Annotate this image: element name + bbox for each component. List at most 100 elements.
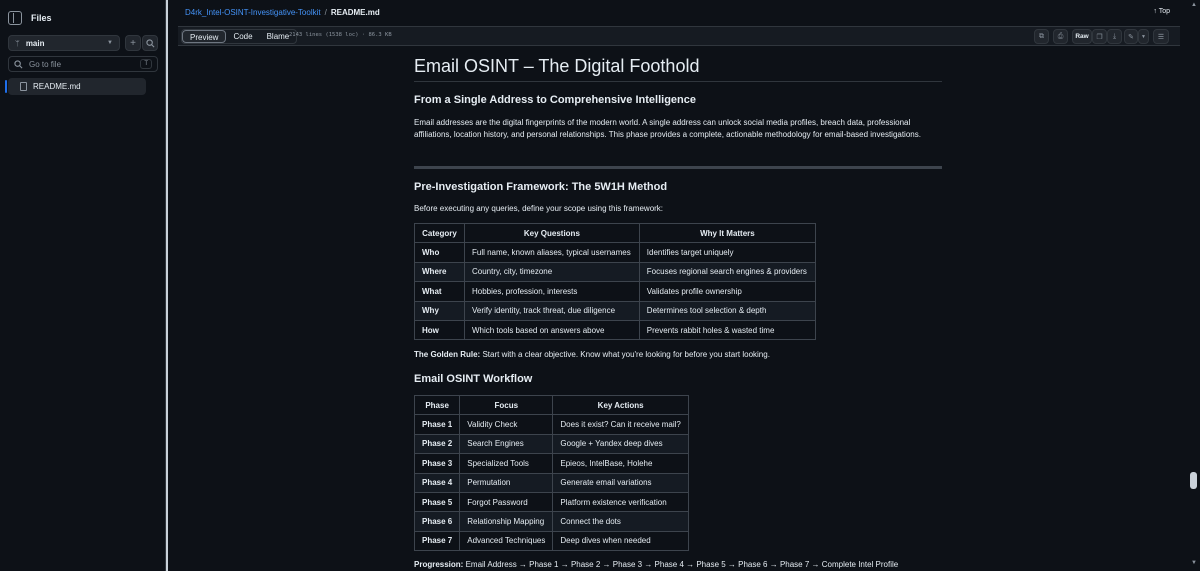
edit-menu-button[interactable]: ▼ (1138, 29, 1149, 44)
table-row: Phase 2 Search Engines Google + Yandex dee… (413, 433, 689, 455)
table-row: Phase 5 Forgot Password Platform existence… (413, 491, 689, 513)
branch-selector[interactable]: ᛘ main ▼ (8, 35, 120, 51)
golden-rule-label: The Golden Rule: (414, 350, 481, 359)
readme-content: Email OSINT – The Digital Foothold From … (178, 47, 1180, 571)
framework-cell: How (414, 319, 465, 341)
search-icon (145, 38, 154, 47)
scroll-up-arrow[interactable]: ▲ (1191, 2, 1197, 8)
view-tabs: Preview Code Blame (181, 29, 298, 44)
file-sidebar: Files ᛘ main ▼ + Go to file T README.md (0, 0, 166, 571)
sidebar-header: Files (8, 10, 52, 26)
framework-cell: Full name, known aliases, typical userna… (463, 242, 640, 263)
workflow-cell: Phase 6 (413, 511, 461, 532)
framework-header-cell: Key Questions (463, 222, 640, 244)
workflow-cell: Phase 4 (413, 472, 461, 493)
top-link[interactable]: ↑ Top (1153, 8, 1170, 15)
shortcut-key: T (140, 59, 152, 69)
framework-cell: Country, city, timezone (463, 261, 640, 283)
raw-button[interactable]: Raw (1072, 29, 1092, 44)
main-panel: D4rk_Intel-OSINT-Investigative-Toolkit /… (178, 0, 1180, 571)
breadcrumb-separator: / (324, 8, 327, 17)
file-tree-item-readme[interactable]: README.md (5, 78, 146, 95)
sidebar-resize-handle[interactable] (166, 0, 178, 571)
table-row: How Which tools based on answers above Pre… (414, 319, 817, 341)
go-to-file-input[interactable]: Go to file T (8, 56, 158, 72)
file-tree-label: README.md (33, 82, 81, 91)
scrollbar-track[interactable]: ▲ ▼ (1188, 0, 1200, 571)
add-file-button[interactable]: + (125, 35, 141, 51)
workflow-cell: Permutation (459, 472, 554, 493)
tab-code[interactable]: Code (226, 30, 259, 43)
table-row: Why Verify identity, track threat, due di… (414, 300, 817, 321)
workflow-cell: Phase 1 (413, 414, 461, 435)
table-row: Phase 3 Specialized Tools Epieos, IntelBas… (413, 453, 689, 474)
file-line-info: 2143 lines (1538 loc) · 86.3 KB (289, 32, 392, 38)
branch-icon: ᛘ (15, 38, 20, 48)
workflow-heading: Email OSINT Workflow (414, 373, 533, 385)
search-icon (14, 59, 23, 68)
list-icon: ☰ (1157, 33, 1165, 41)
workflow-cell: Connect the dots (552, 511, 689, 532)
doc-subtitle: From a Single Address to Comprehensive I… (414, 94, 696, 106)
framework-cell: Prevents rabbit holes & wasted time (638, 319, 817, 341)
framework-heading: Pre-Investigation Framework: The 5W1H Me… (414, 181, 668, 193)
print-icon: ⎙ (1057, 32, 1064, 40)
copilot-icon: ⧉ (1039, 32, 1044, 40)
workflow-table: Phase Focus Key Actions Phase 1 Validity Ch… (413, 394, 689, 552)
copilot-button[interactable]: ⧉ (1034, 29, 1049, 44)
sidebar-toggle-icon[interactable] (8, 11, 22, 25)
framework-cell: Determines tool selection & depth (638, 300, 817, 321)
framework-cell: Who (414, 242, 465, 263)
table-row: Phase 6 Relationship Mapping Connect the d… (413, 511, 689, 532)
edit-button[interactable]: ✎ (1124, 29, 1138, 44)
framework-table: Category Key Questions Why It Matters Who F… (414, 222, 817, 341)
golden-rule: The Golden Rule: Start with a clear obje… (414, 349, 942, 361)
breadcrumb-file: README.md (330, 8, 380, 17)
framework-cell: Which tools based on answers above (463, 319, 640, 341)
workflow-cell: Phase 7 (413, 530, 461, 552)
branch-name: main (25, 38, 45, 48)
workflow-cell: Phase 3 (413, 453, 461, 474)
progression-text: Email Address → Phase 1 → Phase 2 → Phas… (463, 560, 899, 569)
workflow-cell: Deep dives when needed (552, 530, 689, 552)
horizontal-rule (414, 166, 942, 169)
table-row: Phase 7 Advanced Techniques Deep dives whe… (413, 530, 689, 552)
workflow-header-cell: Key Actions (552, 394, 689, 416)
workflow-cell: Search Engines (459, 433, 554, 455)
print-button[interactable]: ⎙ (1053, 29, 1068, 44)
framework-cell: Where (414, 261, 465, 283)
workflow-cell: Phase 5 (413, 491, 461, 513)
sidebar-title: Files (31, 13, 52, 23)
table-row: Who Full name, known aliases, typical use… (414, 242, 817, 263)
chevron-down-icon: ▼ (107, 40, 113, 46)
workflow-cell: Generate email variations (552, 472, 689, 493)
copy-button[interactable]: ❐ (1092, 29, 1107, 44)
table-row: Phase 4 Permutation Generate email variati… (413, 472, 689, 493)
table-row: Where Country, city, timezone Focuses regi… (414, 261, 817, 283)
doc-title: Email OSINT – The Digital Foothold (414, 56, 700, 76)
arrow-up-icon: ↑ (1153, 8, 1157, 15)
progression-label: Progression: (414, 560, 464, 569)
download-button[interactable]: ⤓ (1107, 29, 1122, 44)
framework-cell: What (414, 281, 465, 302)
framework-cell: Why (414, 300, 465, 321)
golden-rule-text: Start with a clear objective. Know what … (480, 350, 770, 359)
scrollbar-thumb[interactable] (1190, 472, 1197, 489)
outline-button[interactable]: ☰ (1153, 29, 1169, 44)
breadcrumb-repo-link[interactable]: D4rk_Intel-OSINT-Investigative-Toolkit (185, 8, 321, 17)
top-link-label: Top (1158, 8, 1170, 15)
workflow-header-cell: Focus (459, 394, 554, 416)
workflow-cell: Specialized Tools (459, 453, 554, 474)
progression: Progression: Email Address → Phase 1 → P… (414, 559, 942, 571)
scroll-down-arrow[interactable]: ▼ (1191, 560, 1197, 566)
framework-intro: Before executing any queries, define you… (414, 204, 664, 213)
title-rule (414, 81, 942, 82)
file-toolbar: Preview Code Blame 2143 lines (1538 loc)… (178, 26, 1180, 46)
workflow-cell: Forgot Password (459, 491, 554, 513)
file-icon (20, 82, 27, 91)
framework-cell: Verify identity, track threat, due dilig… (463, 300, 640, 321)
tab-preview[interactable]: Preview (182, 30, 227, 43)
framework-header-cell: Category (414, 222, 465, 244)
search-button[interactable] (142, 35, 158, 51)
go-to-file-placeholder: Go to file (29, 59, 62, 69)
